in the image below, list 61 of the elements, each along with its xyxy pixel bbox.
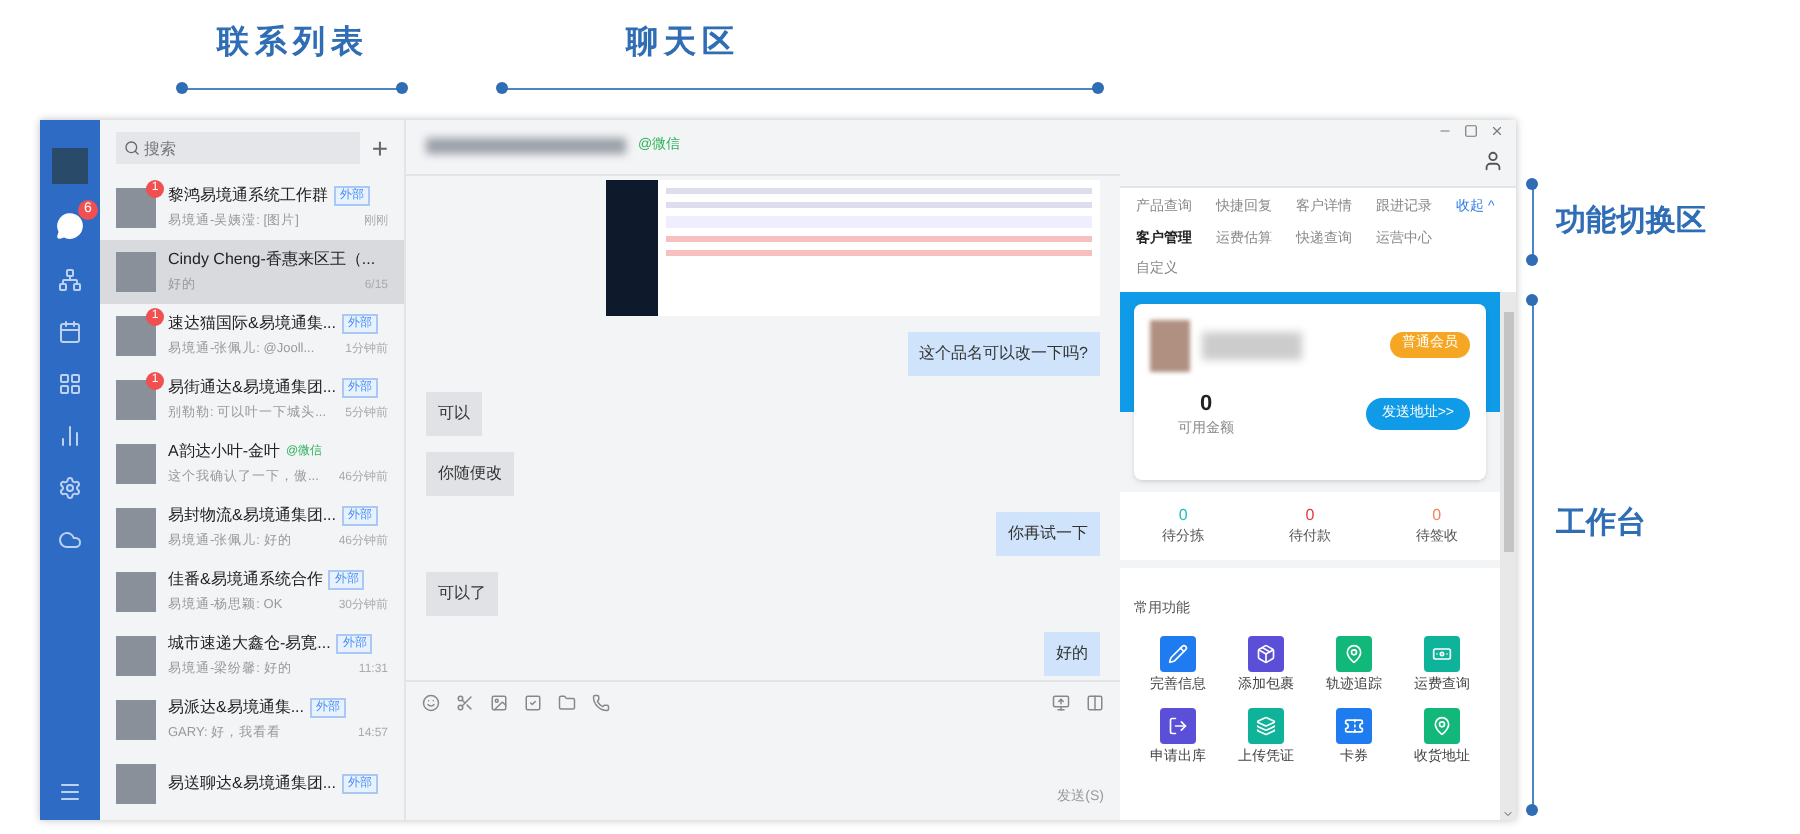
avatar-placeholder: [116, 572, 156, 612]
minimize-icon[interactable]: [1438, 124, 1452, 138]
scissors-icon[interactable]: [456, 693, 474, 712]
avatar-placeholder: [116, 380, 156, 420]
contact-name: 城市速递大鑫仓-易寛...: [168, 632, 331, 657]
contact-name: 易街通达&易境通集团...: [168, 376, 337, 401]
message-bubble: 可以: [426, 391, 482, 436]
message-bubble: 你再试一下: [996, 511, 1100, 556]
contact-name: 佳番&易境通系统合作: [168, 568, 323, 593]
avatar-placeholder: [116, 764, 156, 804]
annotation-label: 功能切换区: [1556, 201, 1706, 242]
message-bubble: 这个品名可以改一下吗?: [907, 331, 1100, 376]
close-icon[interactable]: [1490, 124, 1504, 138]
search-icon: [124, 140, 140, 156]
chat-icon[interactable]: [56, 212, 84, 240]
cloud-icon[interactable]: [58, 528, 82, 552]
search-field[interactable]: 搜索: [116, 132, 360, 164]
contact-name: A韵达小叶-金叶: [168, 440, 280, 465]
maximize-icon[interactable]: [1464, 124, 1478, 138]
settings-icon[interactable]: [58, 476, 82, 500]
avatar-placeholder: [52, 148, 88, 184]
avatar-placeholder: [116, 316, 156, 356]
panel-toggle-icon[interactable]: [1086, 693, 1104, 712]
contact-name: Cindy Cheng-香惠来区王（...: [168, 248, 376, 273]
contact-name: 速达猫国际&易境通集...: [168, 312, 337, 337]
avatar-placeholder: [116, 444, 156, 484]
message-bubble: 好的: [1044, 631, 1100, 676]
stat-value: 0: [1178, 503, 1188, 527]
avatar-placeholder: [116, 636, 156, 676]
scroll-down-icon[interactable]: [1502, 808, 1514, 820]
calendar-icon[interactable]: [58, 320, 82, 344]
contact-name: 易封物流&易境通集团...: [168, 504, 337, 529]
user-icon[interactable]: [1482, 150, 1504, 172]
message-bubble: 可以了: [426, 571, 498, 616]
contact-name: 黎鸿易境通系统工作群: [168, 184, 328, 209]
avatar-placeholder: [116, 508, 156, 548]
stat-value: 0: [1305, 503, 1315, 527]
add-button[interactable]: +: [371, 134, 388, 162]
annotation-label: 聊天区: [626, 23, 740, 64]
blurred-customer-info: [1202, 331, 1302, 359]
contact-name: 易送聊达&易境通集团...: [168, 772, 337, 796]
balance-value: 0: [1199, 389, 1213, 419]
menu-icon[interactable]: [58, 780, 82, 804]
chart-icon[interactable]: [58, 424, 82, 448]
grid-icon[interactable]: [58, 372, 82, 396]
folder-icon[interactable]: [558, 693, 576, 712]
avatar-placeholder: [116, 188, 156, 228]
checkbox-icon[interactable]: [524, 693, 542, 712]
annotation-label: 联系列表: [217, 22, 369, 64]
image-icon[interactable]: [490, 693, 508, 712]
avatar-placeholder: [1150, 319, 1190, 371]
phone-icon[interactable]: [592, 693, 610, 712]
avatar-placeholder: [116, 252, 156, 292]
screen-share-icon[interactable]: [1052, 693, 1070, 712]
message-bubble: 你随便改: [426, 451, 514, 496]
avatar-placeholder: [116, 700, 156, 740]
org-chart-icon[interactable]: [58, 268, 82, 292]
stat-value: 0: [1432, 503, 1442, 527]
contact-name: 易派达&易境通集...: [168, 696, 305, 721]
annotation-label: 工作台: [1556, 504, 1646, 545]
emoji-icon[interactable]: [422, 693, 440, 712]
